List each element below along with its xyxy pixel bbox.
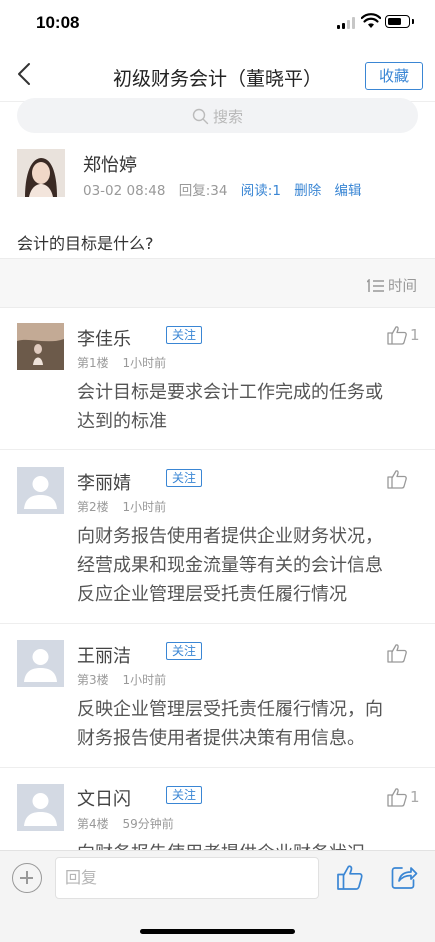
follow-button[interactable]: 关注 [166, 469, 203, 487]
reply-text: 反映企业管理层受托责任履行情况，向 财务报告使用者提供决策有用信息。 [77, 695, 417, 753]
reply-line: 财务报告使用者提供决策有用信息。 [77, 728, 365, 749]
bottom-bar: 回复 [0, 850, 435, 942]
reply-line: 经营成果和现金流量等有关的会计信息 [77, 555, 383, 576]
follow-button[interactable]: 关注 [166, 326, 203, 344]
reply-author[interactable]: 文日闪 [77, 785, 131, 811]
post-date: 03-02 08:48 [83, 183, 166, 199]
follow-button[interactable]: 关注 [166, 642, 203, 660]
reply-avatar[interactable] [17, 467, 64, 514]
reply-item: 王丽洁 关注 第3楼 1小时前 反映企业管理层受托责任履行情况，向 财务报告使用… [0, 624, 435, 768]
thumbs-up-icon[interactable] [336, 863, 364, 891]
status-bar: 10:08 [0, 0, 435, 46]
reply-text: 会计目标是要求会计工作完成的任务或 达到的标准 [77, 378, 417, 436]
reply-meta: 第4楼 59分钟前 [77, 815, 184, 832]
author-avatar[interactable] [17, 149, 65, 197]
wifi-icon [361, 13, 381, 28]
thumbs-up-icon [387, 788, 407, 807]
nav-bar: 初级财务会计（董晓平） 收藏 [0, 46, 435, 102]
favorite-button[interactable]: 收藏 [365, 62, 423, 90]
share-icon[interactable] [390, 864, 418, 890]
floor-number: 第1楼 [77, 356, 109, 370]
reply-line: 达到的标准 [77, 411, 167, 432]
floor-number: 第3楼 [77, 673, 109, 687]
search-placeholder: 搜索 [212, 108, 243, 126]
reply-time: 59分钟前 [122, 817, 174, 831]
reply-author[interactable]: 李佳乐 [77, 325, 131, 351]
reply-author[interactable]: 王丽洁 [77, 642, 131, 668]
search-bar[interactable]: 搜索 [17, 98, 418, 133]
thumbs-up-icon [387, 470, 407, 489]
like-button[interactable]: 1 [386, 324, 420, 346]
reply-meta: 第3楼 1小时前 [77, 671, 176, 688]
follow-button[interactable]: 关注 [166, 786, 203, 804]
like-button[interactable] [386, 468, 418, 490]
reply-time: 1小时前 [122, 673, 167, 687]
battery-icon [385, 15, 414, 28]
reply-avatar[interactable] [17, 784, 64, 831]
reply-line: 向财务报告使用者提供企业财务状况， [77, 526, 383, 547]
thumbs-up-icon [387, 644, 407, 663]
reply-time: 1小时前 [122, 500, 167, 514]
sort-button[interactable]: 时间 [366, 275, 417, 296]
reply-line: 反映企业管理层受托责任履行情况，向 [77, 699, 383, 720]
status-time: 10:08 [36, 13, 80, 32]
floor-number: 第4楼 [77, 817, 109, 831]
reply-line: 会计目标是要求会计工作完成的任务或 [77, 382, 383, 403]
signal-icon [337, 17, 357, 29]
plus-icon[interactable] [12, 863, 42, 893]
reply-meta: 第2楼 1小时前 [77, 498, 176, 515]
edit-button[interactable]: 编辑 [335, 183, 362, 199]
read-count[interactable]: 阅读:1 [241, 183, 281, 199]
post-question: 会计的目标是什么? [17, 234, 154, 253]
like-button[interactable] [386, 642, 418, 664]
thumbs-up-icon [387, 326, 407, 345]
like-button[interactable]: 1 [386, 786, 420, 808]
sort-bar: 时间 [0, 258, 435, 308]
reply-author[interactable]: 李丽婧 [77, 469, 131, 495]
like-count: 1 [410, 788, 420, 806]
delete-button[interactable]: 删除 [294, 183, 321, 199]
reply-meta: 第1楼 1小时前 [77, 354, 176, 371]
reply-count: 回复:34 [178, 183, 228, 199]
reply-input[interactable]: 回复 [55, 857, 319, 899]
home-indicator [140, 929, 295, 934]
like-count: 1 [410, 326, 420, 344]
sort-icon [366, 278, 384, 292]
reply-text: 向财务报告使用者提供企业财务状况， 经营成果和现金流量等有关的会计信息 反应企业… [77, 522, 417, 609]
reply-time: 1小时前 [122, 356, 167, 370]
reply-item: 李丽婧 关注 第2楼 1小时前 向财务报告使用者提供企业财务状况， 经营成果和现… [0, 450, 435, 624]
floor-number: 第2楼 [77, 500, 109, 514]
author-name[interactable]: 郑怡婷 [83, 151, 137, 177]
search-icon [192, 108, 209, 125]
sort-label: 时间 [388, 279, 417, 295]
reply-avatar[interactable] [17, 323, 64, 370]
reply-item: 李佳乐 关注 第1楼 1小时前 会计目标是要求会计工作完成的任务或 达到的标准 … [0, 308, 435, 450]
reply-line: 反应企业管理层受托责任履行情况 [77, 584, 347, 605]
reply-avatar[interactable] [17, 640, 64, 687]
search-input[interactable]: 搜索 [17, 106, 418, 127]
post-meta: 03-02 08:48 回复:34 阅读:1 删除 编辑 [83, 179, 371, 199]
